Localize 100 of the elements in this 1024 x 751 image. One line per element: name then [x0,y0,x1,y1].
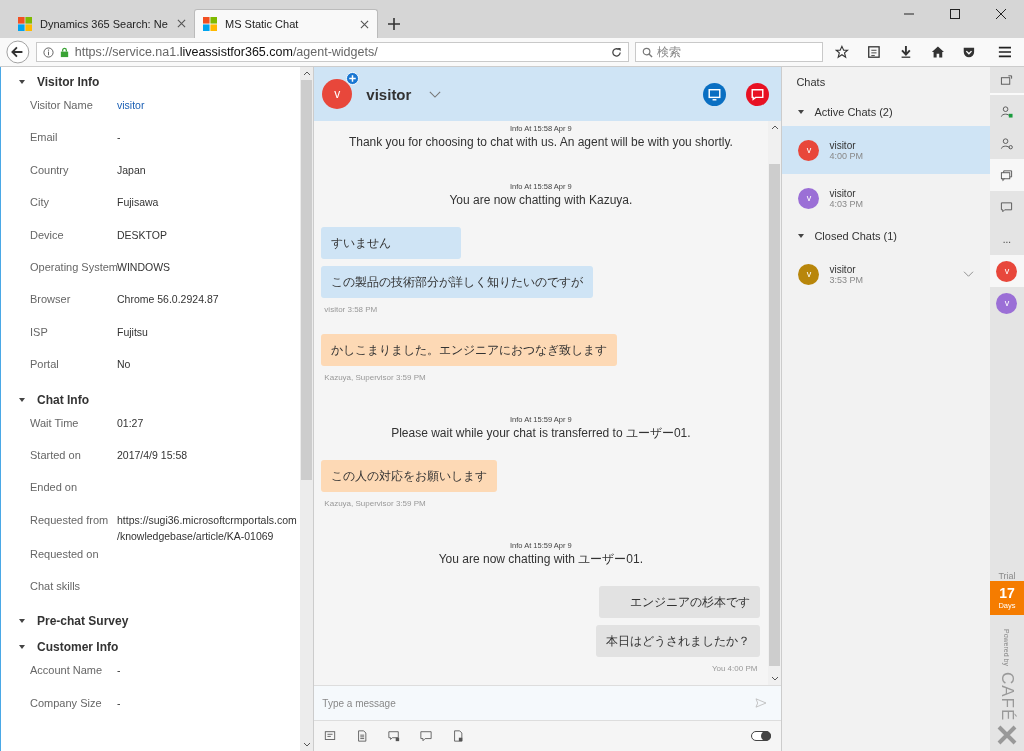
field-value: Fujitsu [117,324,148,340]
scrollbar-thumb[interactable] [301,80,313,480]
chat-name: visitor [829,139,857,151]
scrollbar-thumb[interactable] [769,164,781,666]
avatar: v [798,139,820,161]
search-icon [642,46,653,58]
message-meta: You 4:00 PM [710,664,759,673]
rail-button[interactable] [990,159,1024,191]
chat-time: 4:03 PM [829,198,863,209]
close-icon[interactable] [996,9,1006,19]
message-bubble: すいません [321,227,462,259]
new-tab-icon[interactable] [388,18,400,30]
field-value: Fujisawa [117,195,159,211]
trial-label: Trial [998,570,1016,581]
message-bubble: この人の対応をお願いします [321,460,498,492]
scroll-down-icon[interactable] [302,742,311,747]
field-label: City [30,195,50,211]
group-header[interactable]: Active Chats (2) [782,98,990,126]
chat-item[interactable]: v visitor 4:00 PM [782,126,990,174]
section-header[interactable]: Visitor Info [1,69,301,95]
back-icon[interactable] [6,40,30,64]
rail-button[interactable]: ... [990,223,1024,255]
pocket-icon[interactable] [962,45,977,59]
reading-list-icon[interactable] [866,45,881,59]
field-label: Chat skills [30,579,82,595]
user-settings-icon [1000,136,1014,150]
avatar: v [996,292,1018,314]
address-bar[interactable]: https://service.na1.liveassistfor365.com/agent-widgets/ [35,42,629,62]
end-chat-button[interactable] [746,82,770,106]
chat-name: visitor [829,187,857,199]
chats-icon [1000,168,1014,182]
screen-share-button[interactable] [703,82,727,106]
add-icon[interactable] [346,72,360,85]
field-value: No [117,357,131,373]
field-value: 01:27 [117,415,144,431]
canned-response-icon[interactable] [324,730,337,742]
info-message: Please wait while your chat is transferred to ユーザー01. [391,426,691,440]
field-value: 2017/4/9 15:58 [117,447,188,463]
field-value: DESKTOP [117,227,167,243]
field-label: ISP [30,324,49,340]
scroll-down-icon[interactable] [770,676,779,681]
visitor-avatar: v [322,79,353,109]
message-meta: Kazuya, Supervisor 3:59 PM [323,499,426,508]
chat-bubble-icon[interactable] [420,730,433,742]
section-header[interactable]: Pre-chat Survey [1,608,301,635]
chat-item[interactable]: v visitor 3:53 PM [782,250,990,298]
field-label: Ended on [30,480,79,496]
field-label: Visitor Name [30,98,94,113]
rail-chat-button[interactable]: v [990,255,1024,287]
field-label: Company Size [30,695,103,711]
chat-time: 3:53 PM [829,274,863,285]
field-value: https://sugi36.microsoftcrmportals.com /knowledgebase/article/KA-01069 [117,512,297,544]
avatar: v [798,187,820,209]
scrollbar-track[interactable] [768,121,782,685]
document-icon[interactable] [356,730,369,742]
message-bubble: 本日はどうされましたか？ [596,625,761,657]
chat-name: visitor [829,263,857,275]
user-status-icon [1000,104,1014,118]
search-input[interactable]: 検索 [657,45,807,59]
field-label: Requested from [30,512,110,528]
avatar: v [996,260,1018,282]
close-icon[interactable] [360,19,369,29]
field-label: Portal [30,357,60,373]
reload-icon[interactable] [611,46,622,58]
rail-chat-button[interactable]: v [990,287,1024,319]
file-icon[interactable] [452,730,465,742]
visitor-name-link[interactable]: visitor [117,97,145,113]
chat-transfer-icon[interactable] [388,730,401,742]
scroll-up-icon[interactable] [302,71,311,76]
info-message: You are now chatting with Kazuya. [449,193,633,207]
chat-item[interactable]: v visitor 4:03 PM [782,174,990,222]
field-label: Started on [30,447,82,463]
brand-name: CAFÉ [997,671,1017,721]
field-label: Operating System [30,259,117,275]
toggle-switch[interactable] [751,731,772,741]
message-field[interactable]: Type a message [314,685,782,721]
close-icon[interactable] [177,19,186,28]
message-meta: Kazuya, Supervisor 3:59 PM [323,373,426,382]
info-icon [42,46,54,58]
field-label: Wait Time [30,415,80,431]
maximize-icon[interactable] [950,9,960,19]
scrollbar-track[interactable] [300,67,314,751]
message-meta: visitor 3:58 PM [323,305,378,314]
browser-tab[interactable]: MS Static Chat [194,9,378,38]
section-header[interactable]: Chat Info [1,386,301,413]
field-value: - [117,663,121,679]
message-bubble: この製品の技術部分が詳しく知りたいのですが [321,266,594,298]
avatar: v [798,263,820,285]
chevron-down-icon[interactable] [429,90,442,98]
section-header[interactable]: Customer Info [1,634,301,661]
browser-tab[interactable]: Dynamics 365 Search: Ne [10,9,194,38]
group-header[interactable]: Closed Chats (1) [782,222,990,250]
message-input[interactable]: Type a message [314,697,756,709]
panel-title: Chats [795,75,827,90]
menu-icon[interactable] [998,45,1013,59]
home-icon[interactable] [930,45,945,59]
search-field[interactable]: 検索 [635,42,823,62]
x-logo-icon [997,725,1017,745]
scroll-up-icon[interactable] [770,125,779,130]
bookmark-star-icon[interactable] [834,45,849,59]
